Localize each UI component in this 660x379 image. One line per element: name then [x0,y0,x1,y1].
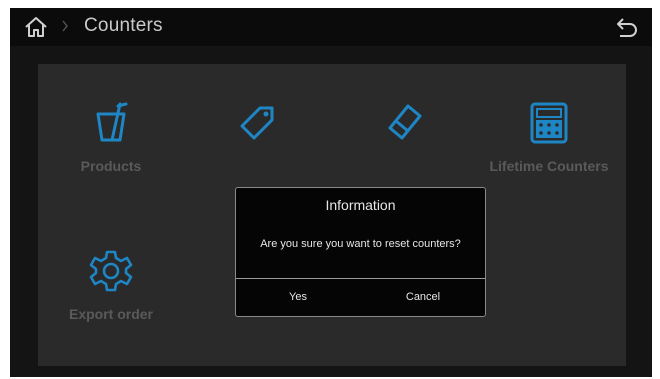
tag-icon [240,106,274,140]
confirm-dialog: Information Are you sure you want to res… [235,187,486,317]
yes-button[interactable]: Yes [236,279,360,316]
eraser-icon [388,104,422,140]
tile-label: Export order [68,306,153,322]
home-icon[interactable] [24,16,48,38]
dialog-message: Are you sure you want to reset counters? [260,238,461,250]
tile-reset[interactable] [330,92,476,192]
gear-icon [89,250,133,292]
top-bar: Counters [10,8,652,46]
tile-label: Products [80,158,142,174]
counters-panel: Products Lifetime Counters Export order … [38,64,626,366]
chevron-right-icon [62,20,68,32]
tile-tags[interactable] [184,92,330,192]
tile-label: Lifetime Counters [489,158,609,174]
screen: Counters Products Lifetime Counters Expo… [10,8,652,377]
cup-icon [96,102,128,142]
tile-export-order[interactable]: Export order [38,240,184,340]
calculator-icon [530,102,568,144]
tile-products[interactable]: Products [38,92,184,192]
tile-lifetime-counters[interactable]: Lifetime Counters [476,92,622,192]
page-title: Counters [84,15,163,36]
cancel-button[interactable]: Cancel [361,279,485,316]
back-arrow-icon[interactable] [614,16,640,38]
dialog-title: Information [325,197,396,213]
